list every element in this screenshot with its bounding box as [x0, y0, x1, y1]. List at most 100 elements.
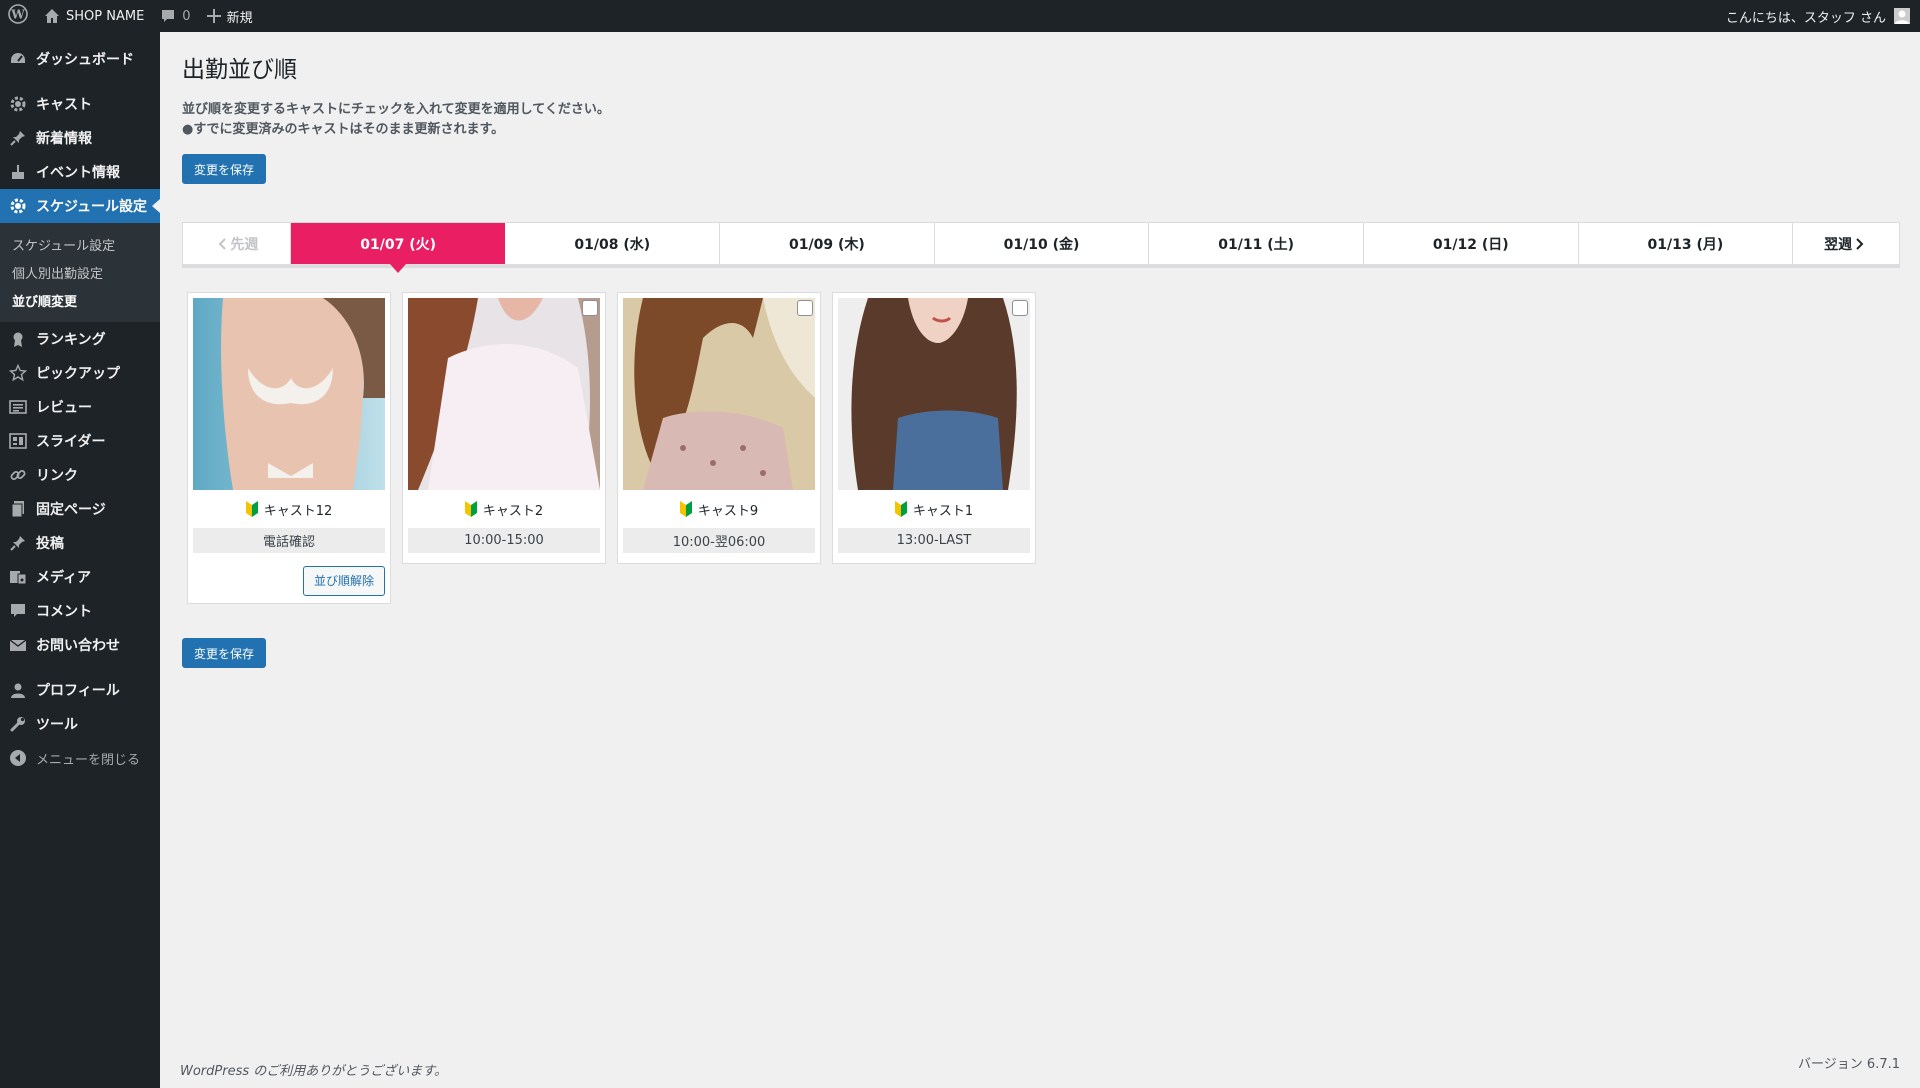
comments-link[interactable]: 0 [152, 0, 198, 32]
sidebar-item-review[interactable]: レビュー [0, 390, 160, 424]
comments-count: 0 [182, 8, 191, 24]
sidebar-item-pickup[interactable]: ピックアップ [0, 356, 160, 390]
new-label: 新規 [226, 10, 253, 26]
sidebar-item-contact[interactable]: お問い合わせ [0, 628, 160, 662]
cast-time: 10:00-翌06:00 [623, 528, 815, 553]
wordpress-logo-icon: W [8, 4, 28, 28]
collapse-menu-button[interactable]: メニューを閉じる [0, 741, 160, 775]
cake-icon [8, 162, 28, 182]
sidebar-item-profile[interactable]: プロフィール [0, 673, 160, 707]
tab-day-0113[interactable]: 01/13 (月) [1579, 223, 1794, 264]
next-week-label: 翌週 [1824, 236, 1853, 253]
cast-name: キャスト2 [408, 490, 600, 528]
sidebar-item-label: ピックアップ [36, 366, 120, 382]
cast-card: キャスト9 10:00-翌06:00 [617, 292, 821, 564]
collapse-arrow-icon [8, 748, 28, 768]
next-week-button[interactable]: 翌週 [1793, 223, 1899, 264]
submenu-item-individual-attendance[interactable]: 個人別出勤設定 [0, 258, 160, 286]
sidebar-item-label: コメント [36, 604, 92, 620]
link-icon [8, 465, 28, 485]
reorder-checkbox[interactable] [1012, 300, 1028, 316]
sidebar-item-label: リンク [36, 468, 78, 484]
cast-card: キャスト12 電話確認 並び順解除 [187, 292, 391, 604]
sidebar-item-schedule[interactable]: スケジュール設定 [0, 189, 160, 223]
sidebar-item-label: 新着情報 [36, 131, 92, 147]
sidebar-item-ranking[interactable]: ランキング [0, 322, 160, 356]
sidebar-item-events[interactable]: イベント情報 [0, 155, 160, 189]
pin-icon [8, 533, 28, 553]
site-name: SHOP NAME [66, 8, 145, 24]
cast-name: キャスト12 [193, 490, 385, 528]
slides-icon [8, 431, 28, 451]
beginner-mark-icon [245, 501, 258, 517]
sidebar-item-slider[interactable]: スライダー [0, 424, 160, 458]
media-icon [8, 567, 28, 587]
cast-card-list: キャスト12 電話確認 並び順解除 キャスト2 10:00-15:00 キャスト… [187, 292, 1047, 604]
comment-icon [8, 601, 28, 621]
sidebar-item-label: スライダー [36, 434, 106, 450]
cast-photo [193, 298, 385, 490]
sidebar-item-comments[interactable]: コメント [0, 594, 160, 628]
sidebar-item-label: イベント情報 [36, 165, 120, 181]
new-content-link[interactable]: 新規 [199, 0, 261, 32]
cast-name: キャスト1 [838, 490, 1030, 528]
wrench-icon [8, 714, 28, 734]
cast-time: 13:00-LAST [838, 528, 1030, 553]
pin-icon [8, 128, 28, 148]
admin-sidebar: ダッシュボード キャスト 新着情報 イベント情報 スケジュール設定 スケジュール… [0, 32, 160, 1088]
dashboard-icon [8, 49, 28, 69]
cast-photo [623, 298, 815, 490]
sidebar-item-cast[interactable]: キャスト [0, 87, 160, 121]
sidebar-item-news[interactable]: 新着情報 [0, 121, 160, 155]
wordpress-logo-button[interactable]: W [0, 0, 36, 32]
page-title: 出勤並び順 [182, 57, 297, 83]
sidebar-item-label: ダッシュボード [36, 52, 134, 68]
avatar [1894, 8, 1910, 24]
sidebar-item-media[interactable]: メディア [0, 560, 160, 594]
sidebar-item-label: レビュー [36, 400, 92, 416]
tab-day-0108[interactable]: 01/08 (水) [505, 223, 721, 264]
cast-photo [838, 298, 1030, 490]
reorder-checkbox[interactable] [582, 300, 598, 316]
save-button-bottom[interactable]: 変更を保存 [182, 638, 267, 668]
submenu-item-schedule-settings[interactable]: スケジュール設定 [0, 230, 160, 258]
sidebar-item-label: 固定ページ [36, 502, 106, 518]
list-icon [8, 397, 28, 417]
sidebar-item-pages[interactable]: 固定ページ [0, 492, 160, 526]
account-menu[interactable]: こんにちは、スタッフ さん [1718, 0, 1920, 32]
tab-day-0109[interactable]: 01/09 (木) [720, 223, 935, 264]
tab-day-0112[interactable]: 01/12 (日) [1364, 223, 1579, 264]
sidebar-item-dashboard[interactable]: ダッシュボード [0, 42, 160, 76]
star-icon [8, 363, 28, 383]
unlock-order-button[interactable]: 並び順解除 [302, 566, 385, 596]
footer-version: バージョン 6.7.1 [1798, 1057, 1900, 1072]
user-icon [8, 680, 28, 700]
site-name-link[interactable]: SHOP NAME [36, 0, 152, 32]
tab-day-0107[interactable]: 01/07 (火) [290, 223, 506, 273]
cast-card: キャスト2 10:00-15:00 [402, 292, 606, 564]
sidebar-item-label: スケジュール設定 [36, 199, 148, 215]
chevron-right-icon [1856, 237, 1864, 250]
collapse-menu-label: メニューを閉じる [36, 752, 141, 768]
comment-icon [160, 8, 176, 24]
submenu-item-reorder[interactable]: 並び順変更 [0, 286, 160, 314]
tab-day-0110[interactable]: 01/10 (金) [935, 223, 1150, 264]
tab-day-0111[interactable]: 01/11 (土) [1149, 223, 1364, 264]
cast-name-text: キャスト1 [912, 503, 974, 519]
cast-time: 10:00-15:00 [408, 528, 600, 553]
footer-thanks: WordPress のご利用ありがとうございます。 [180, 1064, 447, 1079]
cast-name-text: キャスト9 [697, 503, 759, 519]
cast-time: 電話確認 [193, 528, 385, 553]
chevron-left-icon [218, 237, 227, 250]
prev-week-button[interactable]: 先週 [183, 223, 291, 264]
sidebar-item-label: メディア [36, 570, 92, 586]
page-icon [8, 499, 28, 519]
date-tabs: 先週 01/07 (火) 01/08 (水) 01/09 (木) 01/10 (… [182, 222, 1900, 273]
save-button-top[interactable]: 変更を保存 [182, 154, 267, 184]
sidebar-item-links[interactable]: リンク [0, 458, 160, 492]
sidebar-item-label: ランキング [36, 332, 106, 348]
gear-icon [8, 196, 28, 216]
reorder-checkbox[interactable] [797, 300, 813, 316]
sidebar-item-tools[interactable]: ツール [0, 707, 160, 741]
sidebar-item-posts[interactable]: 投稿 [0, 526, 160, 560]
